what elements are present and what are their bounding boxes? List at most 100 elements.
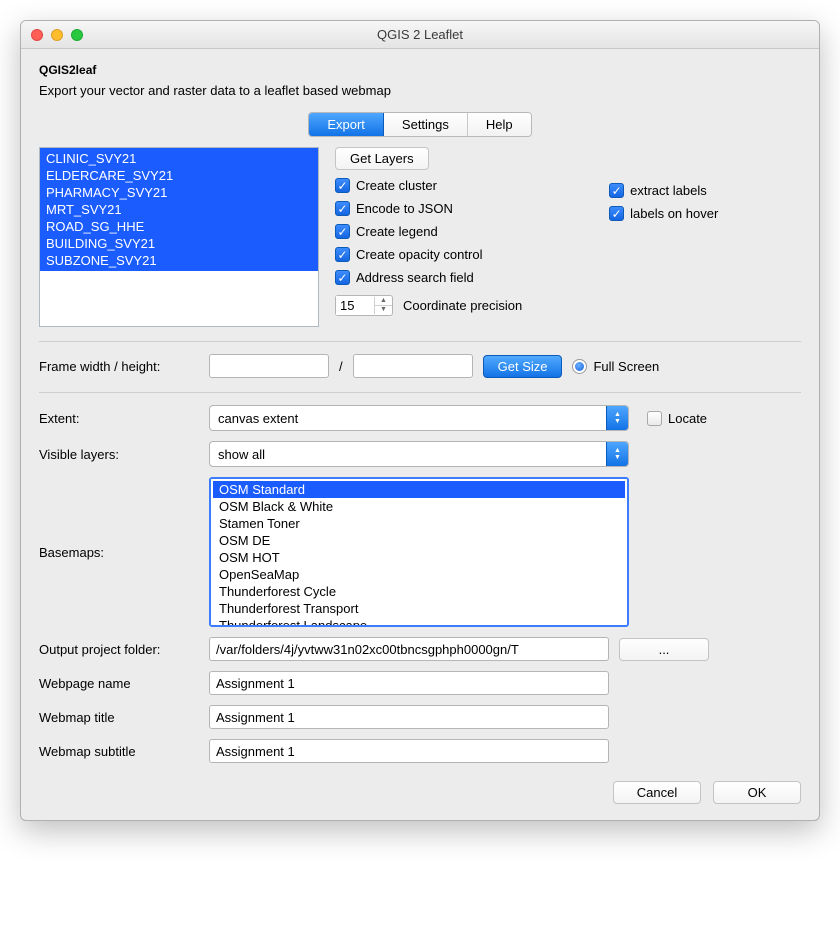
select-arrows-icon: ▲▼ bbox=[606, 406, 628, 430]
basemap-item[interactable]: OSM Black & White bbox=[213, 498, 625, 515]
basemaps-label: Basemaps: bbox=[39, 545, 199, 560]
check-label: Encode to JSON bbox=[356, 201, 453, 216]
get-size-button[interactable]: Get Size bbox=[483, 355, 563, 378]
basemap-item[interactable]: OSM DE bbox=[213, 532, 625, 549]
full-screen-radio[interactable]: Full Screen bbox=[572, 359, 659, 374]
precision-input[interactable] bbox=[336, 296, 374, 315]
layer-item[interactable]: ROAD_SG_HHE bbox=[46, 218, 312, 235]
tab-export[interactable]: Export bbox=[309, 113, 384, 136]
checkbox-icon: ✓ bbox=[335, 201, 350, 216]
layer-item[interactable]: MRT_SVY21 bbox=[46, 201, 312, 218]
basemap-item[interactable]: OSM HOT bbox=[213, 549, 625, 566]
tab-bar: Export Settings Help bbox=[39, 112, 801, 137]
browse-button[interactable]: ... bbox=[619, 638, 709, 661]
visible-select[interactable]: show all ▲▼ bbox=[209, 441, 629, 467]
app-subtitle: Export your vector and raster data to a … bbox=[39, 83, 801, 98]
extent-value: canvas extent bbox=[218, 411, 298, 426]
check-label: labels on hover bbox=[630, 206, 718, 221]
layer-item[interactable]: CLINIC_SVY21 bbox=[46, 150, 312, 167]
locate-label: Locate bbox=[668, 411, 707, 426]
basemap-item[interactable]: Thunderforest Transport bbox=[213, 600, 625, 617]
checkbox-icon: ✓ bbox=[335, 224, 350, 239]
basemap-item[interactable]: Thunderforest Cycle bbox=[213, 583, 625, 600]
precision-row: ▲▼ Coordinate precision bbox=[335, 295, 609, 316]
extent-label: Extent: bbox=[39, 411, 199, 426]
webmap-title-row: Webmap title bbox=[39, 705, 801, 729]
checkbox-icon: ✓ bbox=[335, 178, 350, 193]
chevron-up-icon[interactable]: ▲ bbox=[375, 297, 392, 306]
webmap-title-label: Webmap title bbox=[39, 710, 199, 725]
app-name: QGIS2leaf bbox=[39, 63, 801, 77]
webmap-subtitle-input[interactable] bbox=[209, 739, 609, 763]
layer-selection: CLINIC_SVY21 ELDERCARE_SVY21 PHARMACY_SV… bbox=[40, 148, 318, 271]
tab-segment: Export Settings Help bbox=[308, 112, 531, 137]
check-search[interactable]: ✓Address search field bbox=[335, 270, 609, 285]
cancel-button[interactable]: Cancel bbox=[613, 781, 701, 804]
stepper-arrows[interactable]: ▲▼ bbox=[374, 297, 392, 314]
basemap-list[interactable]: OSM Standard OSM Black & White Stamen To… bbox=[209, 477, 629, 627]
webmap-subtitle-label: Webmap subtitle bbox=[39, 744, 199, 759]
radio-icon bbox=[572, 359, 587, 374]
webpage-name-row: Webpage name bbox=[39, 671, 801, 695]
frame-height-input[interactable] bbox=[353, 354, 473, 378]
webpage-name-input[interactable] bbox=[209, 671, 609, 695]
check-labels-hover[interactable]: ✓ labels on hover bbox=[609, 206, 801, 221]
options: Get Layers ✓ Create cluster ✓ Encode to JS… bbox=[335, 147, 801, 316]
output-folder-label: Output project folder: bbox=[39, 642, 199, 657]
layer-item[interactable]: PHARMACY_SVY21 bbox=[46, 184, 312, 201]
dialog-window: QGIS 2 Leaflet QGIS2leaf Export your vec… bbox=[20, 20, 820, 821]
basemap-item[interactable]: OSM Standard bbox=[213, 481, 625, 498]
extent-select[interactable]: canvas extent ▲▼ bbox=[209, 405, 629, 431]
visible-value: show all bbox=[218, 447, 265, 462]
check-json[interactable]: ✓ Encode to JSON bbox=[335, 201, 609, 216]
output-folder-row: Output project folder: ... bbox=[39, 637, 801, 661]
frame-row: Frame width / height: / Get Size Full Sc… bbox=[39, 354, 801, 378]
check-label: Create legend bbox=[356, 224, 438, 239]
frame-sep: / bbox=[339, 359, 343, 374]
webmap-subtitle-row: Webmap subtitle bbox=[39, 739, 801, 763]
webmap-title-input[interactable] bbox=[209, 705, 609, 729]
check-opacity[interactable]: ✓ Create opacity control bbox=[335, 247, 609, 262]
content: QGIS2leaf Export your vector and raster … bbox=[21, 49, 819, 820]
get-layers-button[interactable]: Get Layers bbox=[335, 147, 429, 170]
check-cluster[interactable]: ✓ Create cluster bbox=[335, 178, 609, 193]
checkbox-icon: ✓ bbox=[335, 247, 350, 262]
layer-item[interactable]: ELDERCARE_SVY21 bbox=[46, 167, 312, 184]
check-extract-labels[interactable]: ✓ extract labels bbox=[609, 183, 801, 198]
check-label: extract labels bbox=[630, 183, 707, 198]
locate-check[interactable]: Locate bbox=[647, 411, 707, 426]
options-right: ✓ extract labels ✓ labels on hover bbox=[609, 147, 801, 316]
chevron-down-icon[interactable]: ▼ bbox=[375, 306, 392, 314]
basemap-item[interactable]: OpenSeaMap bbox=[213, 566, 625, 583]
checkbox-icon: ✓ bbox=[609, 183, 624, 198]
layer-item[interactable]: SUBZONE_SVY21 bbox=[46, 252, 312, 269]
extent-row: Extent: canvas extent ▲▼ Locate bbox=[39, 405, 801, 431]
footer: Cancel OK bbox=[39, 781, 801, 804]
checkbox-icon bbox=[647, 411, 662, 426]
top-row: CLINIC_SVY21 ELDERCARE_SVY21 PHARMACY_SV… bbox=[39, 147, 801, 327]
frame-width-input[interactable] bbox=[209, 354, 329, 378]
options-left: Get Layers ✓ Create cluster ✓ Encode to JS… bbox=[335, 147, 609, 316]
precision-stepper[interactable]: ▲▼ bbox=[335, 295, 393, 316]
layer-item[interactable]: BUILDING_SVY21 bbox=[46, 235, 312, 252]
tab-help[interactable]: Help bbox=[468, 113, 531, 136]
checkbox-icon: ✓ bbox=[609, 206, 624, 221]
full-screen-label: Full Screen bbox=[593, 359, 659, 374]
check-legend[interactable]: ✓ Create legend bbox=[335, 224, 609, 239]
tab-settings[interactable]: Settings bbox=[384, 113, 468, 136]
layer-list[interactable]: CLINIC_SVY21 ELDERCARE_SVY21 PHARMACY_SV… bbox=[39, 147, 319, 327]
output-folder-input[interactable] bbox=[209, 637, 609, 661]
check-label: Address search field bbox=[356, 270, 474, 285]
titlebar: QGIS 2 Leaflet bbox=[21, 21, 819, 49]
select-arrows-icon: ▲▼ bbox=[606, 442, 628, 466]
visible-row: Visible layers: show all ▲▼ bbox=[39, 441, 801, 467]
basemaps-row: Basemaps: OSM Standard OSM Black & White… bbox=[39, 477, 801, 627]
basemap-item[interactable]: Stamen Toner bbox=[213, 515, 625, 532]
divider bbox=[39, 392, 801, 393]
check-label: Create cluster bbox=[356, 178, 437, 193]
check-label: Create opacity control bbox=[356, 247, 482, 262]
ok-button[interactable]: OK bbox=[713, 781, 801, 804]
basemap-item[interactable]: Thunderforest Landscape bbox=[213, 617, 625, 627]
frame-label: Frame width / height: bbox=[39, 359, 199, 374]
divider bbox=[39, 341, 801, 342]
